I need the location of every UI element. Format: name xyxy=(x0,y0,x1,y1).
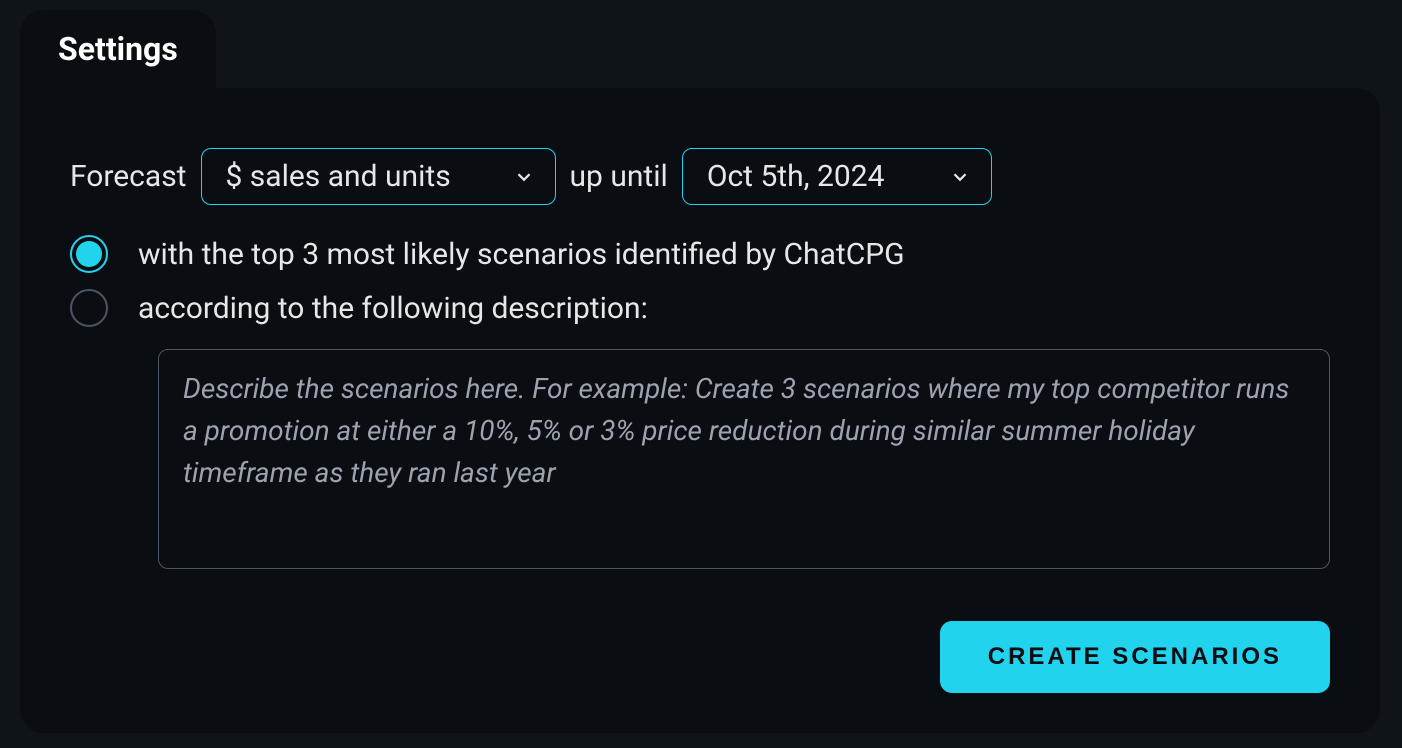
settings-panel: Forecast $ sales and units up until Oct … xyxy=(20,88,1380,733)
scenario-description-input[interactable] xyxy=(158,349,1330,569)
radio-description-label: according to the following description: xyxy=(138,291,648,326)
chevron-down-icon xyxy=(949,166,971,188)
radio-row-description: according to the following description: xyxy=(70,289,1330,327)
create-scenarios-button[interactable]: CREATE SCENARIOS xyxy=(940,621,1330,693)
chevron-down-icon xyxy=(513,166,535,188)
forecast-label: Forecast xyxy=(70,159,187,194)
button-row: CREATE SCENARIOS xyxy=(70,621,1330,693)
forecast-metric-dropdown[interactable]: $ sales and units xyxy=(201,148,556,205)
up-until-label: up until xyxy=(570,159,668,194)
radio-top3-scenarios[interactable] xyxy=(70,235,108,273)
tab-title: Settings xyxy=(58,30,178,68)
radio-top3-label: with the top 3 most likely scenarios ide… xyxy=(138,237,905,272)
forecast-date-selected: Oct 5th, 2024 xyxy=(707,159,885,194)
forecast-date-dropdown[interactable]: Oct 5th, 2024 xyxy=(682,148,992,205)
radio-row-top3: with the top 3 most likely scenarios ide… xyxy=(70,235,1330,273)
radio-description[interactable] xyxy=(70,289,108,327)
tab-settings[interactable]: Settings xyxy=(20,10,216,90)
settings-panel-wrapper: Settings Forecast $ sales and units up u… xyxy=(20,10,1380,733)
textarea-wrapper xyxy=(158,349,1330,573)
forecast-row: Forecast $ sales and units up until Oct … xyxy=(70,148,1330,205)
forecast-metric-selected: $ sales and units xyxy=(226,159,451,194)
